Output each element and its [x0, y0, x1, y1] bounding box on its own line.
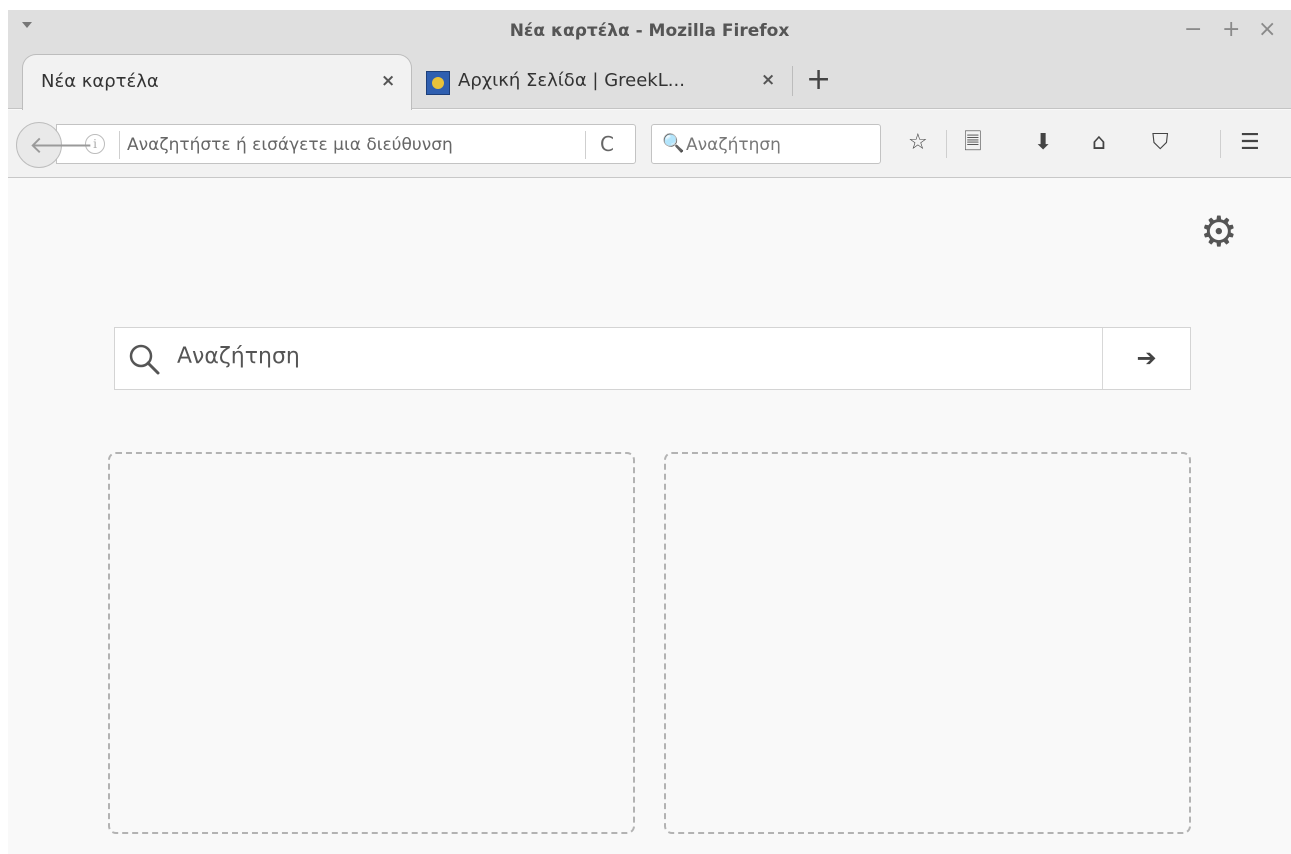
maximize-button[interactable]: +: [1222, 16, 1240, 44]
page-search-box[interactable]: Αναζήτηση ➔: [114, 327, 1191, 390]
empty-top-site-tile[interactable]: [108, 452, 635, 834]
window-title: Νέα καρτέλα - Mozilla Firefox: [509, 21, 790, 41]
tab-close-icon[interactable]: ×: [381, 71, 395, 91]
reload-icon[interactable]: C: [600, 132, 614, 156]
close-window-button[interactable]: ×: [1258, 16, 1276, 44]
url-bar[interactable]: i Αναζητήστε ή εισάγετε μια διεύθυνση C: [56, 124, 636, 164]
back-button[interactable]: 🡐: [16, 122, 93, 168]
bookmarks-list-icon[interactable]: 🗏: [964, 128, 982, 158]
tab-label: Νέα καρτέλα: [41, 71, 159, 92]
navigation-toolbar: i Αναζητήστε ή εισάγετε μια διεύθυνση C …: [8, 110, 1291, 178]
browser-window: Νέα καρτέλα - Mozilla Firefox − + × Νέα …: [8, 10, 1291, 854]
magnifier-icon: [129, 344, 160, 375]
tab-label: Αρχική Σελίδα | GreekL...: [458, 70, 685, 91]
bookmark-star-icon[interactable]: ☆: [908, 128, 928, 158]
search-go-button[interactable]: ➔: [1102, 328, 1190, 389]
tab-strip: Νέα καρτέλα × Αρχική Σελίδα | GreekL... …: [8, 54, 1291, 110]
url-separator: [119, 131, 120, 159]
url-separator: [585, 131, 586, 159]
downloads-icon[interactable]: ⬇: [1034, 128, 1052, 158]
tab-close-icon[interactable]: ×: [761, 70, 775, 90]
minimize-button[interactable]: −: [1184, 16, 1202, 44]
toolbar-separator: [946, 130, 947, 158]
menu-icon[interactable]: ☰: [1240, 128, 1260, 158]
site-favicon-icon: [426, 71, 450, 95]
pocket-icon[interactable]: ⛉: [1152, 128, 1169, 158]
tab-new-tab[interactable]: Νέα καρτέλα ×: [22, 54, 412, 110]
tab-separator: [792, 66, 793, 96]
toolbar-separator: [1220, 130, 1221, 158]
settings-gear-icon[interactable]: ⚙: [1200, 208, 1238, 256]
search-icon: 🔍: [662, 133, 685, 154]
home-icon[interactable]: ⌂: [1092, 128, 1106, 158]
search-bar[interactable]: 🔍 Αναζήτηση: [651, 124, 881, 164]
page-search-placeholder: Αναζήτηση: [177, 344, 300, 369]
tab-greekl-home[interactable]: Αρχική Σελίδα | GreekL... ×: [418, 54, 783, 109]
title-bar: Νέα καρτέλα - Mozilla Firefox − + ×: [8, 10, 1291, 54]
back-arrow-icon: 🡐: [29, 131, 94, 159]
empty-top-site-tile[interactable]: [664, 452, 1191, 834]
search-placeholder: Αναζήτηση: [686, 135, 781, 155]
new-tab-button[interactable]: +: [806, 62, 831, 98]
url-placeholder: Αναζητήστε ή εισάγετε μια διεύθυνση: [127, 135, 453, 155]
